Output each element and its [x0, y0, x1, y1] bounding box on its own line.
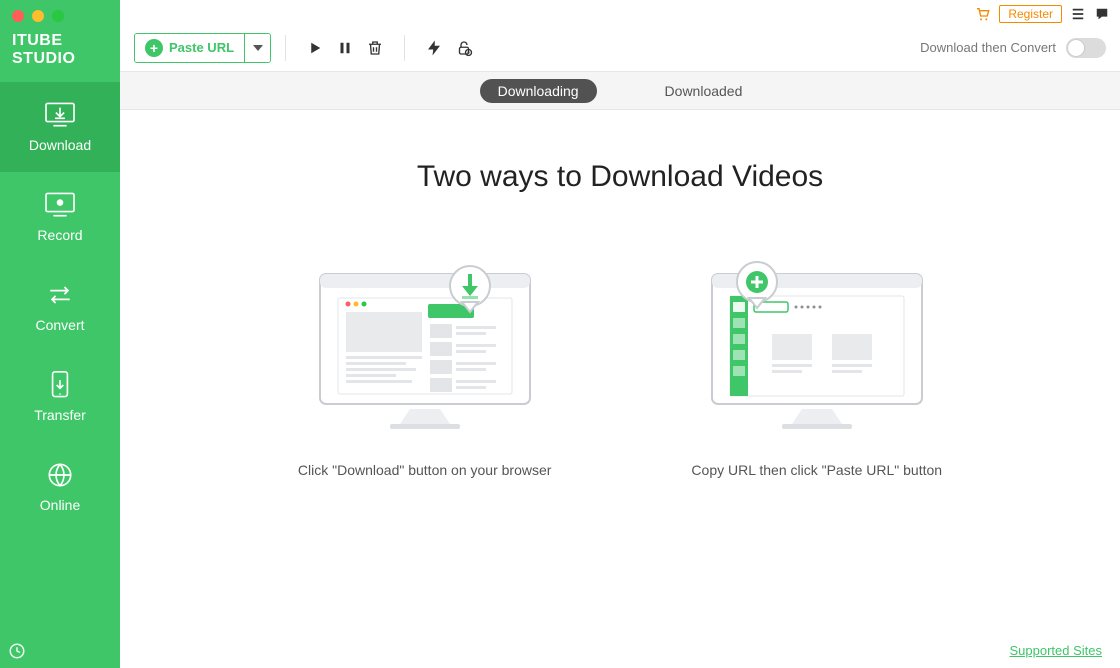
register-button[interactable]: Register — [999, 5, 1062, 23]
sidebar-item-label: Record — [37, 227, 82, 243]
paste-url-group: + Paste URL — [134, 33, 271, 63]
paste-url-dropdown[interactable] — [244, 34, 270, 62]
method-paste-url-card: Copy URL then click "Paste URL" button — [691, 244, 942, 478]
paste-url-button[interactable]: + Paste URL — [135, 34, 244, 62]
tab-downloading[interactable]: Downloading — [480, 79, 597, 103]
paste-url-illustration — [702, 244, 932, 434]
close-window-button[interactable] — [12, 10, 24, 22]
delete-button[interactable] — [360, 33, 390, 63]
feedback-icon[interactable] — [1094, 6, 1110, 22]
sidebar-item-transfer[interactable]: Transfer — [0, 352, 120, 442]
sidebar-item-label: Transfer — [34, 407, 86, 423]
content-area: Two ways to Download Videos — [120, 110, 1120, 668]
main-area: Register + Paste URL — [120, 0, 1120, 668]
convert-icon — [43, 281, 77, 309]
separator — [404, 35, 405, 61]
sidebar-item-record[interactable]: Record — [0, 172, 120, 262]
toggle-knob — [1068, 40, 1084, 56]
private-mode-button[interactable] — [449, 33, 479, 63]
sidebar: ITUBE STUDIO Download Record Convert — [0, 0, 120, 668]
history-icon[interactable] — [8, 642, 26, 660]
sidebar-item-label: Online — [40, 497, 80, 513]
sidebar-nav: Download Record Convert Transfer — [0, 82, 120, 532]
separator — [285, 35, 286, 61]
download-then-convert-label: Download then Convert — [920, 40, 1056, 55]
maximize-window-button[interactable] — [52, 10, 64, 22]
toolbar: + Paste URL — [120, 24, 1120, 72]
chevron-down-icon — [253, 45, 263, 51]
cart-icon[interactable] — [975, 6, 991, 22]
plus-icon: + — [145, 39, 163, 57]
sidebar-item-download[interactable]: Download — [0, 82, 120, 172]
download-icon — [43, 101, 77, 129]
pause-button[interactable] — [330, 33, 360, 63]
tab-downloaded[interactable]: Downloaded — [647, 79, 761, 103]
sidebar-item-label: Convert — [35, 317, 84, 333]
turbo-button[interactable] — [419, 33, 449, 63]
headline: Two ways to Download Videos — [417, 160, 823, 194]
method-paste-url-caption: Copy URL then click "Paste URL" button — [691, 462, 942, 478]
window-controls — [0, 0, 120, 28]
download-then-convert-toggle[interactable] — [1066, 38, 1106, 58]
utility-row: Register — [120, 0, 1120, 24]
transfer-icon — [43, 371, 77, 399]
app-brand: ITUBE STUDIO — [0, 28, 120, 82]
supported-sites-link[interactable]: Supported Sites — [1009, 643, 1102, 658]
record-icon — [43, 191, 77, 219]
online-icon — [43, 461, 77, 489]
minimize-window-button[interactable] — [32, 10, 44, 22]
sidebar-item-online[interactable]: Online — [0, 442, 120, 532]
sidebar-item-convert[interactable]: Convert — [0, 262, 120, 352]
paste-url-label: Paste URL — [169, 40, 234, 55]
method-browser-card: Click "Download" button on your browser — [298, 244, 552, 478]
sidebar-item-label: Download — [29, 137, 91, 153]
tabs: Downloading Downloaded — [120, 72, 1120, 110]
play-button[interactable] — [300, 33, 330, 63]
menu-icon[interactable] — [1070, 6, 1086, 22]
browser-download-illustration — [310, 244, 540, 434]
method-browser-caption: Click "Download" button on your browser — [298, 462, 552, 478]
